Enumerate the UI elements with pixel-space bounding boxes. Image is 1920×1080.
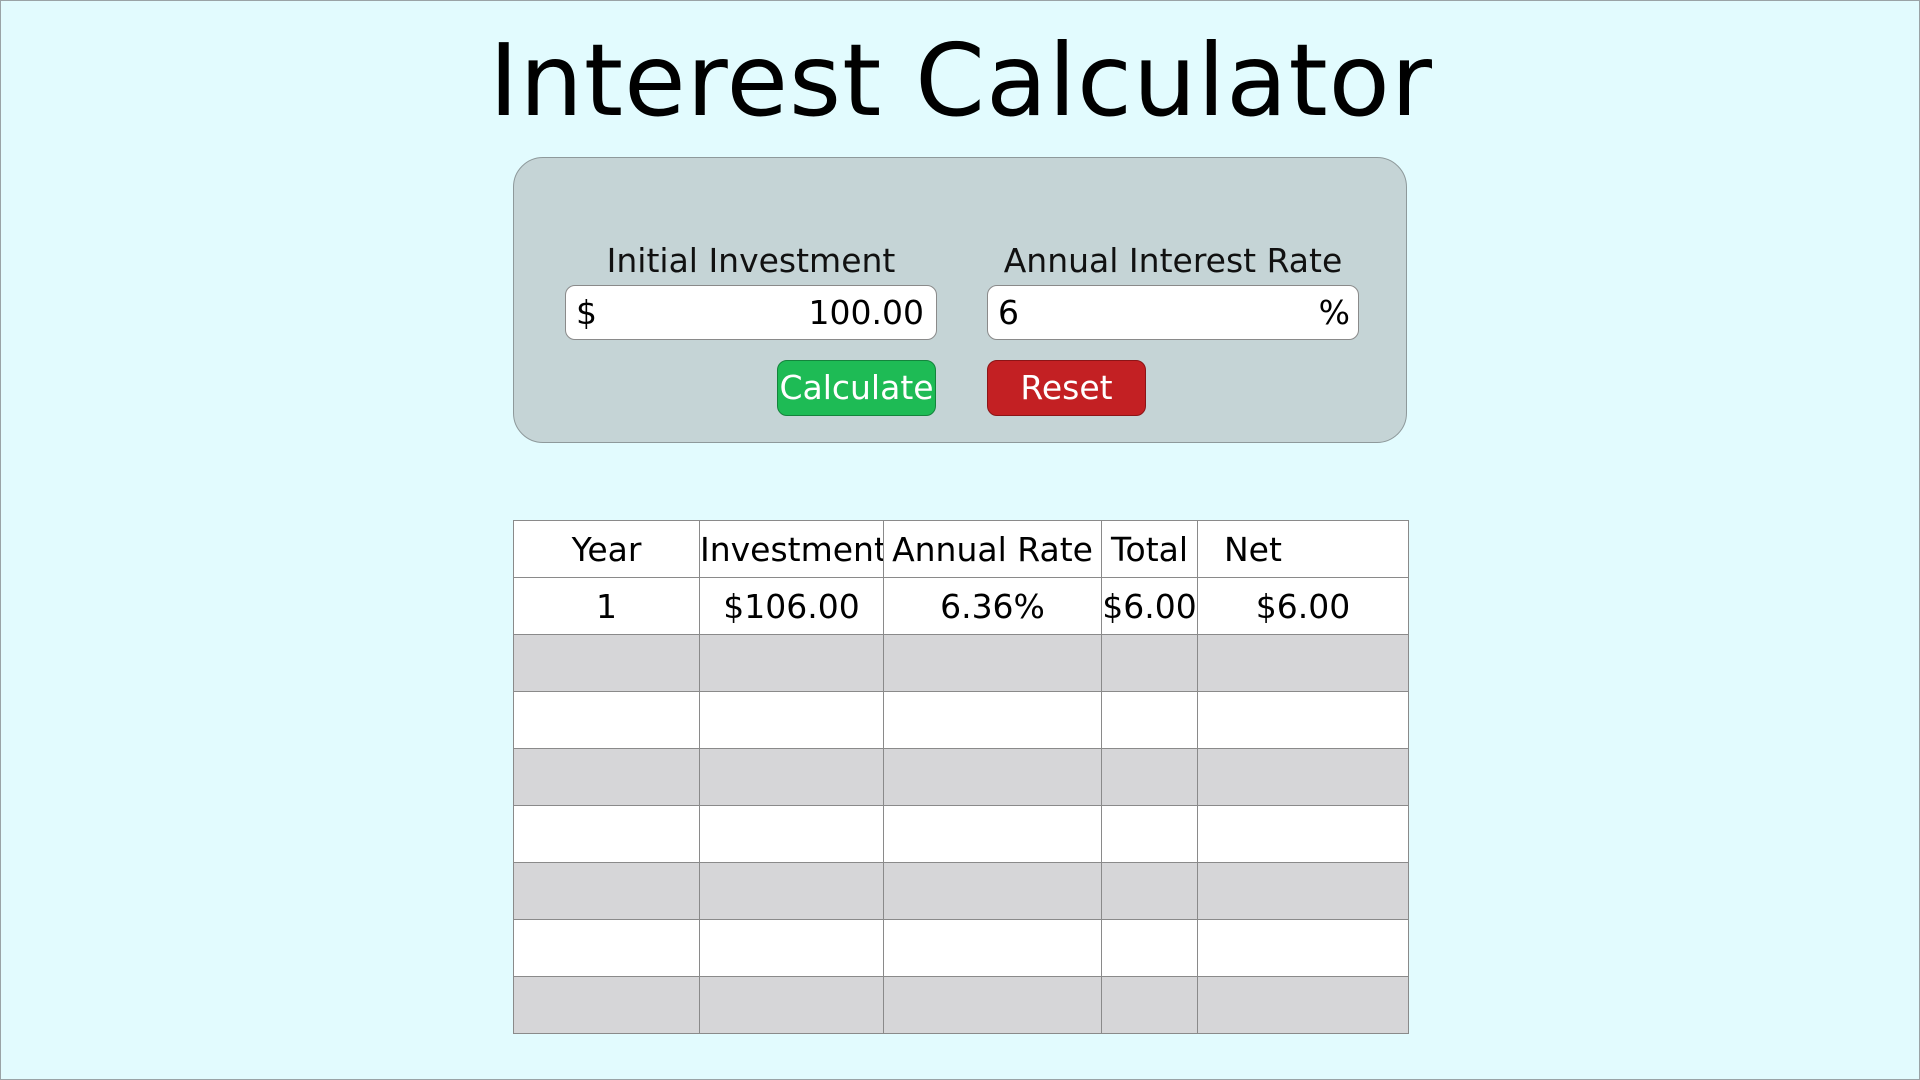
annual-interest-rate-field: Annual Interest Rate % [987,241,1359,340]
empty-cell [1197,748,1409,806]
cell-year: 1 [513,577,700,635]
empty-cell [883,862,1102,920]
empty-cell [1101,748,1198,806]
cell-investment: $106.00 [699,577,884,635]
table-header-row: Year Investment Annual Rate Total Net [513,520,1409,578]
empty-cell [1197,862,1409,920]
table-row-empty [513,805,1409,863]
empty-cell [699,976,884,1034]
annual-interest-rate-label: Annual Interest Rate [1003,241,1343,280]
page-title: Interest Calculator [489,22,1433,139]
empty-cell [513,976,700,1034]
table-row-empty [513,862,1409,920]
empty-cell [699,862,884,920]
table-row-empty [513,976,1409,1034]
empty-cell [513,634,700,692]
empty-cell [513,691,700,749]
empty-cell [699,919,884,977]
initial-investment-input[interactable] [606,286,924,339]
table-row-empty [513,919,1409,977]
column-header-investment: Investment [699,520,884,578]
empty-cell [513,805,700,863]
table-row-empty [513,691,1409,749]
empty-cell [1197,805,1409,863]
column-header-total: Total [1101,520,1198,578]
dollar-prefix: $ [576,293,597,332]
empty-cell [1101,691,1198,749]
empty-cell [513,748,700,806]
empty-cell [1197,976,1409,1034]
empty-cell [513,919,700,977]
empty-cell [1101,805,1198,863]
empty-cell [1101,976,1198,1034]
annual-interest-rate-input[interactable] [998,286,1308,339]
empty-cell [1197,919,1409,977]
cell-total: $6.00 [1101,577,1198,635]
empty-cell [883,919,1102,977]
empty-cell [1197,691,1409,749]
column-header-year: Year [513,520,700,578]
empty-cell [883,691,1102,749]
calculator-form: Initial Investment $ Annual Interest Rat… [513,157,1407,443]
annual-interest-rate-input-box[interactable]: % [987,285,1359,340]
reset-button[interactable]: Reset [987,360,1146,416]
empty-cell [883,976,1102,1034]
empty-cell [883,634,1102,692]
column-header-annual-rate: Annual Rate [883,520,1102,578]
empty-cell [1197,634,1409,692]
table-row-empty [513,634,1409,692]
cell-net: $6.00 [1197,577,1409,635]
cell-annual-rate: 6.36% [883,577,1102,635]
empty-cell [1101,919,1198,977]
results-table: Year Investment Annual Rate Total Net 1 … [513,520,1409,1034]
empty-cell [1101,634,1198,692]
empty-cell [699,691,884,749]
empty-cell [699,805,884,863]
empty-cell [699,634,884,692]
column-header-net: Net [1197,520,1409,578]
empty-cell [1101,862,1198,920]
initial-investment-field: Initial Investment $ [565,241,937,340]
table-row-empty [513,748,1409,806]
initial-investment-label: Initial Investment [606,241,896,280]
calculate-button[interactable]: Calculate [777,360,936,416]
empty-cell [699,748,884,806]
empty-cell [883,805,1102,863]
initial-investment-input-box[interactable]: $ [565,285,937,340]
percent-suffix: % [1318,293,1350,332]
table-row: 1 $106.00 6.36% $6.00 $6.00 [513,577,1409,635]
empty-cell [513,862,700,920]
empty-cell [883,748,1102,806]
